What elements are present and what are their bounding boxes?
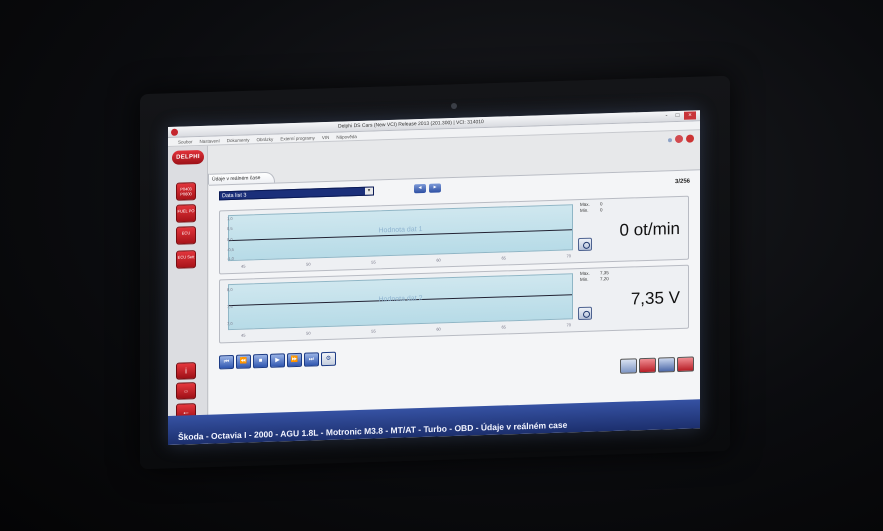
minimize-button[interactable]: - bbox=[662, 112, 671, 120]
x-axis: 45 50 55 60 65 70 bbox=[241, 322, 571, 337]
min-value: 7,20 bbox=[600, 276, 609, 282]
prev-list-button[interactable]: ◂ bbox=[414, 183, 426, 194]
playback-controls: ⏮ ⏪ ■ ▶ ⏩ ⏭ ⚙ bbox=[219, 351, 336, 370]
voltage-value: 7,35 V bbox=[630, 287, 680, 309]
y-tick: -1,0 bbox=[227, 255, 234, 262]
minmax-2: Max. 7,35 Min. 7,20 bbox=[580, 270, 609, 283]
tool-buttons bbox=[620, 356, 694, 374]
data-list-value: Data list 3 bbox=[222, 192, 247, 200]
header-icons bbox=[668, 134, 694, 144]
last-frame-button[interactable]: ⏭ bbox=[304, 352, 319, 367]
webcam bbox=[451, 103, 457, 109]
app-logo-icon bbox=[171, 128, 178, 136]
menu-documents[interactable]: Dokumenty bbox=[227, 135, 250, 144]
page-counter: 3/256 bbox=[674, 178, 690, 186]
close-button[interactable]: × bbox=[684, 111, 696, 120]
min-label: Min. bbox=[580, 207, 589, 214]
record-tool-icon[interactable] bbox=[620, 358, 637, 374]
rpm-value: 0 ot/min bbox=[619, 218, 680, 240]
menu-help[interactable]: Nápověda bbox=[336, 132, 357, 141]
menu-vin[interactable]: VIN bbox=[322, 133, 330, 141]
fuel-button[interactable]: FUEL PO bbox=[176, 204, 196, 223]
y-tick: 7,0 bbox=[227, 320, 233, 327]
ecu-tool-icon[interactable] bbox=[677, 356, 694, 373]
x-tick: 60 bbox=[436, 257, 441, 263]
minmax-1: Max. 0 Min. 0 bbox=[580, 201, 603, 214]
camera-icon[interactable] bbox=[578, 237, 592, 252]
menu-images[interactable]: Obrázky bbox=[257, 135, 274, 144]
x-tick: 55 bbox=[371, 328, 376, 334]
graph-1: Hodnota dat 1 1,0 0,5 0,0 -0,5 -1,0 45 5… bbox=[227, 204, 573, 269]
x-tick: 70 bbox=[566, 322, 571, 328]
play-button[interactable]: ▶ bbox=[270, 353, 285, 368]
list-navigation: ◂ ▸ bbox=[414, 183, 441, 194]
ecu-button[interactable]: ECU bbox=[176, 226, 196, 245]
max-label: Max. bbox=[580, 270, 590, 277]
camera-icon[interactable] bbox=[578, 306, 592, 321]
gear-icon[interactable] bbox=[686, 134, 694, 143]
x-tick: 50 bbox=[306, 330, 311, 336]
list-tool-icon[interactable] bbox=[658, 357, 675, 373]
first-frame-button[interactable]: ⏮ bbox=[219, 354, 234, 370]
y-tick: 0,5 bbox=[227, 225, 233, 232]
graph-2: Hodnota dat 2 8,0 7,5 7,0 45 50 55 60 65… bbox=[227, 273, 573, 338]
data-list-select[interactable]: Data list 3 ▾ bbox=[219, 186, 374, 201]
y-tick: -0,5 bbox=[227, 246, 234, 253]
y-tick: 7,5 bbox=[227, 303, 233, 310]
min-label: Min. bbox=[580, 276, 589, 283]
rewind-button[interactable]: ⏪ bbox=[236, 354, 251, 369]
x-tick: 70 bbox=[566, 253, 571, 259]
graph-2-caption: Hodnota dat 2 bbox=[378, 295, 423, 304]
dtc-button[interactable]: P0403 P0600 bbox=[176, 182, 196, 201]
y-tick: 0,0 bbox=[227, 236, 233, 243]
x-tick: 45 bbox=[241, 263, 246, 269]
menu-file[interactable]: Soubor bbox=[178, 137, 193, 145]
menu-settings[interactable]: Nastavení bbox=[200, 136, 220, 145]
settings-button[interactable]: ⚙ bbox=[321, 351, 336, 367]
y-tick: 1,0 bbox=[227, 215, 233, 222]
x-tick: 65 bbox=[501, 255, 506, 261]
connection-icon[interactable] bbox=[675, 134, 683, 144]
x-tick: 45 bbox=[241, 332, 246, 338]
status-dot-icon bbox=[668, 138, 672, 143]
laptop-screen: Delphi DS Cars (New VCI) Release 2013 (2… bbox=[168, 110, 700, 446]
data-panel-1: Hodnota dat 1 1,0 0,5 0,0 -0,5 -1,0 45 5… bbox=[219, 195, 689, 275]
x-tick: 60 bbox=[436, 326, 441, 332]
chevron-down-icon[interactable]: ▾ bbox=[365, 187, 373, 195]
y-tick: 8,0 bbox=[227, 286, 233, 293]
ecu-settings-button[interactable]: ECU Sett bbox=[176, 250, 196, 269]
data-panel-2: Hodnota dat 2 8,0 7,5 7,0 45 50 55 60 65… bbox=[219, 264, 689, 344]
sidebar: DELPHI P0403 P0600 FUEL PO ECU ECU Sett … bbox=[168, 145, 208, 445]
main-panel: Data list 3 ▾ ◂ ▸ 3/256 Hodnota dat 1 1,… bbox=[209, 169, 700, 415]
x-axis: 45 50 55 60 65 70 bbox=[241, 253, 571, 268]
stop-button[interactable]: ■ bbox=[253, 353, 268, 369]
menu-external-programs[interactable]: Externí programy bbox=[280, 133, 315, 142]
vehicle-icon[interactable]: ▭ bbox=[176, 382, 196, 400]
max-label: Max. bbox=[580, 201, 590, 208]
next-list-button[interactable]: ▸ bbox=[429, 183, 441, 193]
window-controls: - □ × bbox=[662, 111, 696, 120]
fast-forward-button[interactable]: ⏩ bbox=[287, 352, 302, 368]
x-tick: 50 bbox=[306, 261, 311, 267]
info-icon[interactable]: i bbox=[176, 362, 196, 380]
delphi-logo: DELPHI bbox=[172, 149, 204, 165]
min-value: 0 bbox=[600, 207, 603, 213]
maximize-button[interactable]: □ bbox=[673, 112, 682, 120]
x-tick: 65 bbox=[501, 324, 506, 330]
x-tick: 55 bbox=[371, 259, 376, 265]
graph-tool-icon[interactable] bbox=[639, 357, 656, 374]
